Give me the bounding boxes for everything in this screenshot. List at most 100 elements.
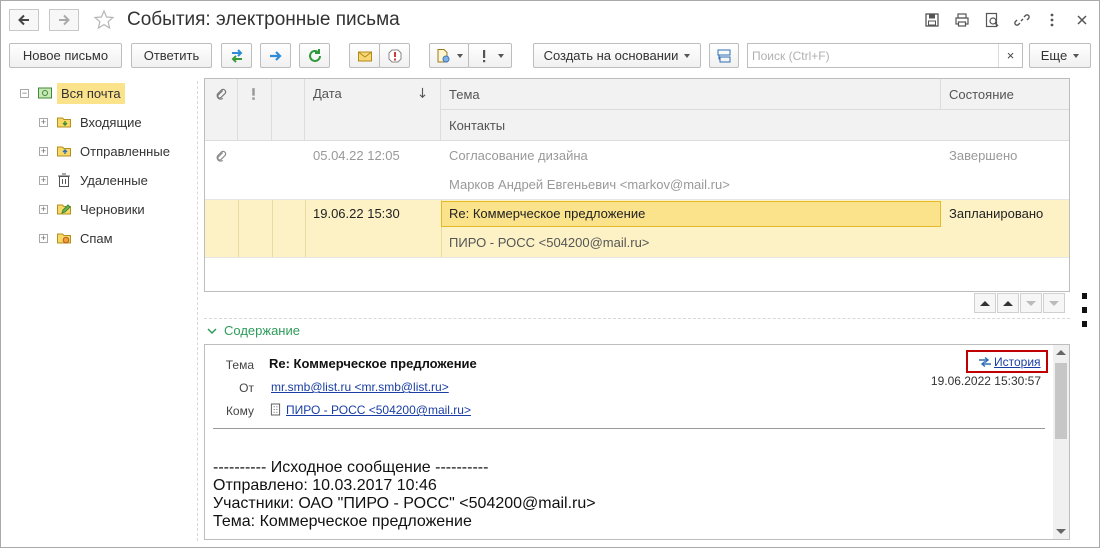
star-icon[interactable]: [93, 9, 115, 31]
column-header-status[interactable]: Состояние: [941, 79, 1069, 110]
reply-button[interactable]: Ответить: [131, 43, 212, 68]
spam-folder-icon: [57, 233, 71, 244]
to-link[interactable]: ПИРО - РОСС <504200@mail.ru>: [286, 403, 471, 417]
column-header-date[interactable]: Дата: [305, 79, 441, 141]
hierarchy-icon: [717, 49, 731, 62]
row-date: 05.04.22 12:05: [313, 148, 400, 163]
column-header-flag[interactable]: [272, 79, 305, 141]
expand-icon[interactable]: +: [39, 175, 48, 185]
scrollbar-thumb[interactable]: [1055, 363, 1067, 439]
search-box[interactable]: ×: [747, 43, 1023, 68]
mail-list[interactable]: Дата Тема Состояние Контакты 05.04.22 12…: [204, 78, 1070, 292]
tree-label: Удаленные: [80, 172, 148, 188]
paperclip-icon: [216, 88, 227, 100]
close-icon[interactable]: [1073, 11, 1091, 29]
panel-more-icon[interactable]: [1082, 293, 1088, 327]
more-vertical-icon[interactable]: [1043, 11, 1061, 29]
exchange-arrows-icon: [979, 356, 991, 367]
refresh-button[interactable]: [299, 43, 330, 68]
building-icon: [270, 403, 281, 416]
save-icon[interactable]: [923, 11, 941, 29]
tree-label: Черновики: [80, 201, 145, 217]
expand-icon[interactable]: +: [39, 233, 48, 243]
row-date: 19.06.22 15:30: [313, 206, 400, 221]
tree-item-all-mail[interactable]: − Вся почта: [20, 81, 125, 105]
forward-mail-button[interactable]: [260, 43, 291, 68]
expand-icon[interactable]: +: [39, 117, 48, 127]
title-bar: События: электронные письма: [1, 1, 1099, 39]
transfer-button[interactable]: [221, 43, 252, 68]
tree-label-all-mail: Вся почта: [57, 82, 125, 104]
tree-item-spam[interactable]: + Спам: [39, 226, 113, 250]
envelope-icon: [357, 51, 372, 61]
create-based-on-button[interactable]: Создать на основании: [533, 43, 701, 68]
trash-icon: [58, 173, 70, 187]
history-label: История: [994, 354, 1041, 369]
warning-icon: [388, 49, 401, 62]
message-preview: Тема Re: Коммерческое предложение От mr.…: [204, 344, 1070, 540]
panel-splitter[interactable]: [197, 81, 198, 541]
scroll-down-button[interactable]: [1020, 293, 1042, 313]
tree-item-deleted[interactable]: + Удаленные: [39, 168, 148, 192]
message-date: 19.06.2022 15:30:57: [930, 374, 1041, 388]
expand-icon[interactable]: +: [39, 204, 48, 214]
mark-read-button[interactable]: [349, 43, 380, 68]
new-letter-button[interactable]: Новое письмо: [9, 43, 122, 68]
scroll-up-button[interactable]: [997, 293, 1019, 313]
back-button[interactable]: [9, 9, 39, 31]
search-input[interactable]: [748, 44, 996, 67]
collapse-icon[interactable]: −: [20, 88, 29, 98]
scroll-down-arrow-icon[interactable]: [1056, 529, 1066, 534]
importance-menu-button[interactable]: [468, 43, 512, 68]
print-icon[interactable]: [953, 11, 971, 29]
create-based-on-label: Создать на основании: [543, 48, 679, 63]
row-subject: Re: Коммерческое предложение: [449, 206, 646, 221]
column-header-importance[interactable]: [238, 79, 272, 141]
exchange-arrows-icon: [231, 48, 242, 63]
row-subject: Согласование дизайна: [449, 148, 588, 163]
window-title: События: электронные письма: [127, 9, 400, 30]
table-row[interactable]: 05.04.22 12:05 Согласование дизайна Заве…: [205, 141, 1069, 199]
sent-folder-icon: [57, 146, 71, 157]
inbox-folder-icon: [57, 117, 71, 128]
drafts-folder-icon: [57, 204, 71, 215]
mailbox-icon: [38, 87, 52, 99]
forward-button[interactable]: [49, 9, 79, 31]
scroll-up-arrow-icon[interactable]: [1056, 350, 1066, 355]
more-button-label: Еще: [1040, 48, 1068, 63]
preview-scrollbar[interactable]: [1053, 345, 1069, 539]
from-label: От: [239, 381, 254, 395]
body-line: Отправлено: 10.03.2017 10:46: [213, 477, 437, 494]
content-section-toggle[interactable]: Содержание: [206, 323, 300, 338]
window: События: электронные письма Новое письмо…: [0, 0, 1100, 548]
structure-button[interactable]: [709, 43, 739, 68]
history-link[interactable]: История: [966, 350, 1048, 373]
horizontal-splitter[interactable]: [204, 318, 1070, 319]
column-header-subject[interactable]: Тема: [441, 79, 941, 110]
expand-icon[interactable]: +: [39, 146, 48, 156]
link-icon[interactable]: [1013, 11, 1031, 29]
search-clear-button[interactable]: ×: [998, 44, 1022, 67]
tree-label: Входящие: [80, 114, 142, 130]
arrow-right-icon: [59, 14, 70, 26]
chevron-down-icon: [207, 327, 217, 334]
attach-menu-button[interactable]: [429, 43, 469, 68]
row-status: Запланировано: [949, 206, 1044, 221]
tree-item-drafts[interactable]: + Черновики: [39, 197, 145, 221]
row-contact: ПИРО - РОСС <504200@mail.ru>: [449, 235, 650, 250]
tree-item-sent[interactable]: + Отправленные: [39, 139, 170, 163]
exclamation-icon: [252, 88, 255, 100]
column-header-date-label: Дата: [313, 86, 342, 101]
column-header-contacts[interactable]: Контакты: [441, 110, 1069, 141]
column-header-attachment[interactable]: [205, 79, 238, 141]
scroll-to-bottom-button[interactable]: [1043, 293, 1065, 313]
sort-down-icon: [419, 87, 426, 99]
preview-icon[interactable]: [983, 11, 1001, 29]
from-link[interactable]: mr.smb@list.ru <mr.smb@list.ru>: [271, 380, 449, 394]
arrow-left-icon: [18, 14, 29, 26]
tree-item-inbox[interactable]: + Входящие: [39, 110, 142, 134]
scroll-to-top-button[interactable]: [974, 293, 996, 313]
arrow-forward-icon: [269, 50, 282, 61]
importance-button[interactable]: [379, 43, 410, 68]
more-button[interactable]: Еще: [1029, 43, 1091, 68]
